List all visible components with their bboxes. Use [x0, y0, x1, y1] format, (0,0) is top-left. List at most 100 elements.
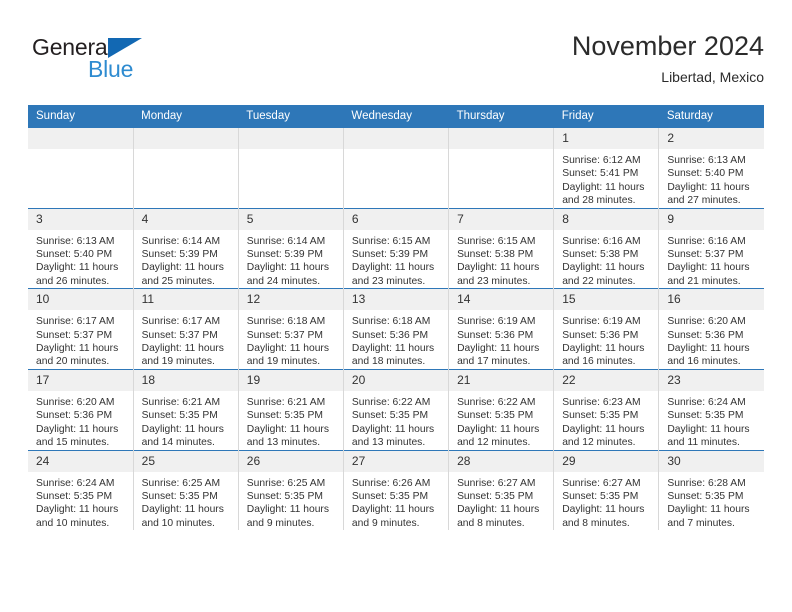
- calendar-page: General Blue November 2024 Libertad, Mex…: [0, 0, 792, 612]
- day-details: Sunrise: 6:20 AM Sunset: 5:36 PM Daylight:…: [659, 310, 764, 369]
- calendar-day-cell[interactable]: 19 Sunrise: 6:21 AM Sunset: 5:35 PM Dayligh…: [238, 368, 344, 450]
- sunset-text: Sunset: 5:35 PM: [667, 490, 744, 502]
- calendar-day-cell[interactable]: 7 Sunrise: 6:15 AM Sunset: 5:38 PM Daylight…: [448, 207, 555, 289]
- day-details: Sunrise: 6:13 AM Sunset: 5:40 PM Daylight:…: [28, 230, 133, 289]
- calendar-day-cell[interactable]: 11 Sunrise: 6:17 AM Sunset: 5:37 PM Dayligh…: [133, 288, 239, 370]
- day-number: 9: [659, 208, 764, 230]
- day-number: 15: [554, 289, 659, 311]
- day-number: 14: [449, 289, 554, 311]
- calendar-day-cell[interactable]: 6 Sunrise: 6:15 AM Sunset: 5:39 PM Daylight…: [343, 207, 450, 289]
- calendar-day-cell[interactable]: 10 Sunrise: 6:17 AM Sunset: 5:37 PM Dayligh…: [28, 288, 134, 370]
- calendar-day-cell[interactable]: 29 Sunrise: 6:27 AM Sunset: 5:35 PM Dayligh…: [553, 449, 660, 531]
- calendar-day-cell[interactable]: 20 Sunrise: 6:22 AM Sunset: 5:35 PM Dayligh…: [343, 368, 450, 450]
- calendar-day-cell[interactable]: 14 Sunrise: 6:19 AM Sunset: 5:36 PM Dayligh…: [448, 288, 555, 370]
- daylight-text: Daylight: 11 hours and 16 minutes.: [667, 343, 750, 368]
- calendar-day-cell[interactable]: 30 Sunrise: 6:28 AM Sunset: 5:35 PM Dayligh…: [658, 449, 764, 531]
- sunset-text: Sunset: 5:35 PM: [36, 490, 113, 502]
- day-number: [28, 128, 133, 149]
- sunrise-text: Sunrise: 6:21 AM: [141, 396, 221, 408]
- calendar-day-cell[interactable]: 5 Sunrise: 6:14 AM Sunset: 5:39 PM Daylight…: [238, 207, 344, 289]
- day-number: 10: [28, 289, 133, 311]
- day-details: Sunrise: 6:22 AM Sunset: 5:35 PM Daylight:…: [449, 391, 553, 450]
- sunrise-sunset-calendar: Sunday Monday Tuesday Wednesday Thursday…: [28, 105, 764, 531]
- day-details: Sunrise: 6:17 AM Sunset: 5:37 PM Daylight:…: [134, 310, 238, 369]
- calendar-day-cell[interactable]: 12 Sunrise: 6:18 AM Sunset: 5:37 PM Dayligh…: [238, 288, 344, 370]
- calendar-day-cell[interactable]: 9 Sunrise: 6:16 AM Sunset: 5:37 PM Daylight…: [658, 207, 764, 289]
- calendar-day-cell[interactable]: 3 Sunrise: 6:13 AM Sunset: 5:40 PM Daylight…: [28, 207, 134, 289]
- calendar-day-cell[interactable]: 4 Sunrise: 6:14 AM Sunset: 5:39 PM Daylight…: [133, 207, 239, 289]
- sunrise-text: Sunrise: 6:19 AM: [457, 316, 536, 328]
- sunset-text: Sunset: 5:37 PM: [667, 249, 744, 261]
- day-number: 29: [554, 450, 659, 472]
- calendar-day-cell[interactable]: 8 Sunrise: 6:16 AM Sunset: 5:38 PM Daylight…: [553, 207, 660, 289]
- weekday-header-sunday: Sunday: [28, 105, 134, 128]
- day-details: Sunrise: 6:18 AM Sunset: 5:37 PM Daylight:…: [239, 310, 343, 369]
- day-number: 28: [449, 450, 554, 472]
- daylight-text: Daylight: 11 hours and 23 minutes.: [351, 262, 435, 287]
- sunrise-text: Sunrise: 6:25 AM: [141, 477, 221, 489]
- calendar-day-cell[interactable]: 28 Sunrise: 6:27 AM Sunset: 5:35 PM Dayligh…: [448, 449, 555, 531]
- sunset-text: Sunset: 5:38 PM: [457, 249, 534, 261]
- day-number: 18: [133, 369, 238, 391]
- triangle-icon: [108, 38, 142, 58]
- sunset-text: Sunset: 5:36 PM: [351, 329, 429, 341]
- daylight-text: Daylight: 11 hours and 19 minutes.: [246, 343, 330, 368]
- daylight-text: Daylight: 11 hours and 24 minutes.: [246, 262, 330, 287]
- calendar-day-cell[interactable]: 21 Sunrise: 6:22 AM Sunset: 5:35 PM Dayligh…: [448, 368, 555, 450]
- sunrise-text: Sunrise: 6:25 AM: [246, 477, 326, 489]
- calendar-day-cell[interactable]: 1 Sunrise: 6:12 AM Sunset: 5:41 PM Daylight…: [553, 128, 660, 209]
- calendar-body: 1 Sunrise: 6:12 AM Sunset: 5:41 PM Daylight…: [28, 128, 764, 531]
- sunrise-text: Sunrise: 6:14 AM: [246, 235, 326, 247]
- daylight-text: Daylight: 11 hours and 26 minutes.: [36, 262, 119, 287]
- sunrise-text: Sunrise: 6:17 AM: [36, 316, 115, 328]
- calendar-day-cell[interactable]: 23 Sunrise: 6:24 AM Sunset: 5:35 PM Dayligh…: [658, 368, 764, 450]
- calendar-day-cell[interactable]: 24 Sunrise: 6:24 AM Sunset: 5:35 PM Dayligh…: [28, 449, 134, 531]
- general-blue-logo[interactable]: General Blue: [32, 34, 162, 86]
- calendar-day-cell[interactable]: 13 Sunrise: 6:18 AM Sunset: 5:36 PM Dayligh…: [343, 288, 450, 370]
- weekday-header-monday: Monday: [133, 105, 239, 128]
- calendar-day-cell[interactable]: 22 Sunrise: 6:23 AM Sunset: 5:35 PM Dayligh…: [553, 368, 660, 450]
- day-details: Sunrise: 6:20 AM Sunset: 5:36 PM Daylight:…: [28, 391, 133, 450]
- day-number: 23: [659, 369, 764, 391]
- sunrise-text: Sunrise: 6:12 AM: [562, 155, 641, 166]
- day-number: 21: [449, 369, 554, 391]
- day-details: Sunrise: 6:16 AM Sunset: 5:38 PM Daylight:…: [554, 230, 658, 289]
- calendar-day-cell[interactable]: 2 Sunrise: 6:13 AM Sunset: 5:40 PM Daylight…: [658, 128, 764, 209]
- day-details: Sunrise: 6:24 AM Sunset: 5:35 PM Daylight:…: [659, 391, 764, 450]
- calendar-day-cell[interactable]: 16 Sunrise: 6:20 AM Sunset: 5:36 PM Dayligh…: [658, 288, 764, 370]
- calendar-day-cell[interactable]: 26 Sunrise: 6:25 AM Sunset: 5:35 PM Dayligh…: [238, 449, 344, 531]
- calendar-day-cell[interactable]: 15 Sunrise: 6:19 AM Sunset: 5:36 PM Dayligh…: [553, 288, 660, 370]
- sunset-text: Sunset: 5:35 PM: [351, 410, 429, 422]
- calendar-day-cell[interactable]: 17 Sunrise: 6:20 AM Sunset: 5:36 PM Dayligh…: [28, 368, 134, 450]
- sunrise-text: Sunrise: 6:22 AM: [351, 396, 431, 408]
- calendar-day-cell-empty: [238, 128, 344, 209]
- weekday-header-tuesday: Tuesday: [238, 105, 344, 128]
- sunset-text: Sunset: 5:37 PM: [141, 329, 218, 341]
- daylight-text: Daylight: 11 hours and 23 minutes.: [457, 262, 540, 287]
- sunrise-text: Sunrise: 6:24 AM: [667, 396, 746, 408]
- calendar-day-cell[interactable]: 25 Sunrise: 6:25 AM Sunset: 5:35 PM Dayligh…: [133, 449, 239, 531]
- sunrise-text: Sunrise: 6:24 AM: [36, 477, 115, 489]
- sunrise-text: Sunrise: 6:15 AM: [351, 235, 431, 247]
- calendar-day-cell[interactable]: 27 Sunrise: 6:26 AM Sunset: 5:35 PM Dayligh…: [343, 449, 450, 531]
- daylight-text: Daylight: 11 hours and 14 minutes.: [141, 423, 224, 449]
- sunrise-text: Sunrise: 6:16 AM: [667, 235, 746, 247]
- sunset-text: Sunset: 5:35 PM: [141, 490, 218, 502]
- daylight-text: Daylight: 11 hours and 10 minutes.: [36, 504, 119, 529]
- day-details: Sunrise: 6:25 AM Sunset: 5:35 PM Daylight:…: [239, 472, 343, 531]
- daylight-text: Daylight: 11 hours and 22 minutes.: [562, 262, 645, 287]
- calendar-week-row: 10 Sunrise: 6:17 AM Sunset: 5:37 PM Dayligh…: [28, 288, 764, 370]
- sunrise-text: Sunrise: 6:14 AM: [141, 235, 221, 247]
- day-details: Sunrise: 6:19 AM Sunset: 5:36 PM Daylight:…: [449, 310, 553, 369]
- day-details: Sunrise: 6:27 AM Sunset: 5:35 PM Daylight:…: [554, 472, 658, 531]
- day-details: Sunrise: 6:28 AM Sunset: 5:35 PM Daylight:…: [659, 472, 764, 531]
- sunset-text: Sunset: 5:35 PM: [246, 410, 323, 422]
- day-details: Sunrise: 6:22 AM Sunset: 5:35 PM Daylight:…: [344, 391, 448, 450]
- day-number: 4: [133, 208, 238, 230]
- daylight-text: Daylight: 11 hours and 13 minutes.: [246, 423, 330, 449]
- calendar-day-cell[interactable]: 18 Sunrise: 6:21 AM Sunset: 5:35 PM Dayligh…: [133, 368, 239, 450]
- sunset-text: Sunset: 5:38 PM: [562, 249, 639, 261]
- day-number: 25: [133, 450, 238, 472]
- title-block: November 2024 Libertad, Mexico: [572, 30, 764, 87]
- day-details: Sunrise: 6:26 AM Sunset: 5:35 PM Daylight:…: [344, 472, 448, 531]
